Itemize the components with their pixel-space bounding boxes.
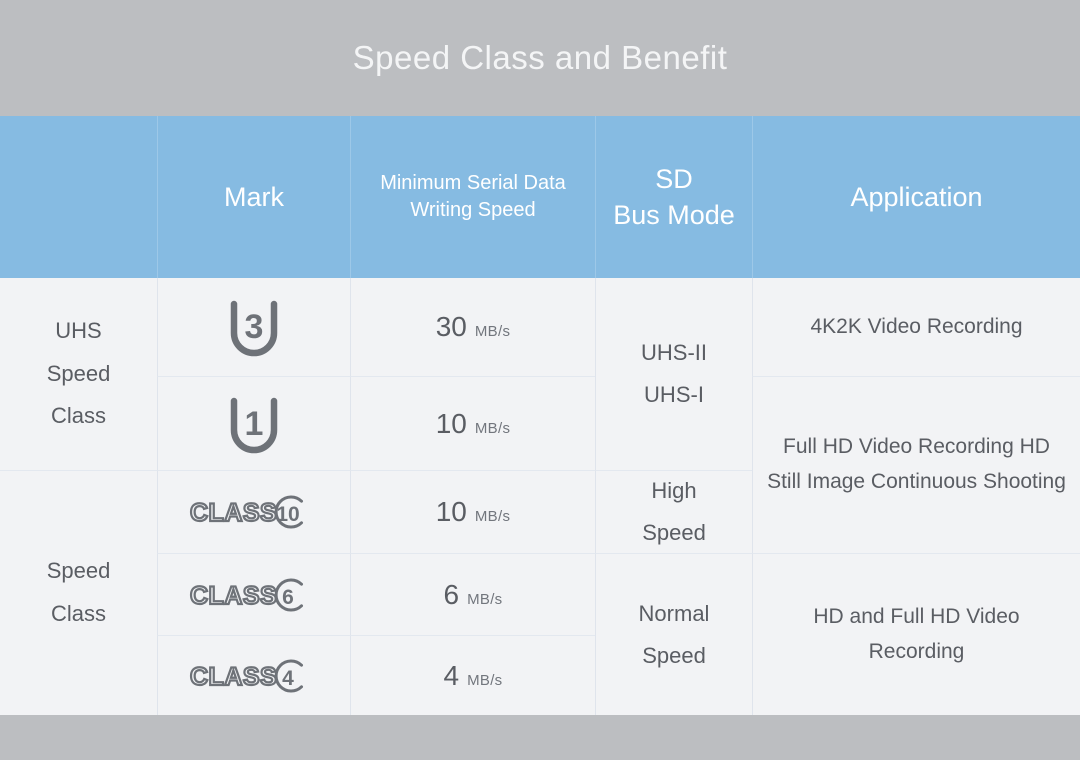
table-row: CLASS 10 <box>157 470 350 553</box>
sd-bus-mode-uhs: UHS-II UHS-I <box>595 278 752 470</box>
svg-text:1: 1 <box>245 405 264 443</box>
min-write-speed-header-label: Minimum Serial Data Writing Speed <box>380 170 566 224</box>
application-hd: HD and Full HD Video Recording <box>752 553 1080 715</box>
table-row: 4 MB/s <box>350 635 595 715</box>
group-uhs-line3: Class <box>50 403 106 429</box>
min-write-speed-value: 4 MB/s <box>444 660 503 692</box>
svg-text:10: 10 <box>276 503 299 526</box>
table-row: 1 <box>157 376 350 470</box>
min-write-speed-value: 10 MB/s <box>436 408 511 440</box>
application-4k2k: 4K2K Video Recording <box>752 278 1080 376</box>
application-header-label: Application <box>850 181 983 212</box>
svg-text:6: 6 <box>282 586 294 609</box>
table-header-row: Mark Minimum Serial Data Writing Speed S… <box>0 116 1080 278</box>
bus-mode-line2: UHS-I <box>644 382 704 407</box>
group-sc-line2: Class <box>50 601 106 626</box>
min-write-speed-value: 30 MB/s <box>436 311 511 343</box>
min-write-speed-header: Minimum Serial Data Writing Speed <box>350 116 595 278</box>
category-header <box>0 116 157 278</box>
table-row: 3 <box>157 278 350 376</box>
speed-unit: MB/s <box>467 671 503 689</box>
group-uhs-line2: Speed <box>46 360 111 386</box>
min-write-speed-value: 10 MB/s <box>436 496 511 528</box>
speed-number: 30 <box>435 311 467 342</box>
svg-text:CLASS: CLASS <box>190 499 277 527</box>
min-write-speed-value: 6 MB/s <box>444 579 503 611</box>
speed-number: 4 <box>443 659 460 691</box>
sd-bus-mode-high-speed-text: High Speed <box>642 470 706 554</box>
table-row: 30 MB/s <box>350 278 595 376</box>
group-label-speed-class-text: Speed Class <box>47 550 111 636</box>
bus-mode-line2: Speed <box>642 520 706 545</box>
speed-unit: MB/s <box>467 590 503 608</box>
speed-class-table-page: Speed Class and Benefit Mark Minimum Ser… <box>0 0 1080 760</box>
group-label-uhs-speed-class: UHS Speed Class <box>0 278 157 470</box>
bus-mode-line1: UHS-II <box>641 340 707 366</box>
speed-unit: MB/s <box>474 508 511 525</box>
group-sc-line1: Speed <box>46 558 111 584</box>
uhs-speed-class-3-icon: 3 <box>223 296 285 358</box>
sd-bus-mode-header-line2: Bus Mode <box>613 200 735 230</box>
application-full-hd-text: Full HD Video Recording HD Still Image C… <box>767 435 1066 493</box>
sd-bus-mode-high-speed: High Speed <box>595 470 752 553</box>
sd-bus-mode-uhs-text: UHS-II UHS-I <box>641 332 707 416</box>
sd-bus-mode-normal-speed-text: Normal Speed <box>639 593 710 677</box>
sd-bus-mode-header: SD Bus Mode <box>595 116 752 278</box>
sd-bus-mode-header-line1: SD <box>655 163 693 194</box>
table-body: UHS Speed Class Speed Class 3 1 CLASS 10… <box>0 278 1080 715</box>
svg-text:CLASS: CLASS <box>190 663 277 691</box>
speed-number: 10 <box>435 496 467 527</box>
application-4k2k-text: 4K2K Video Recording <box>810 314 1023 338</box>
table-row: 10 MB/s <box>350 376 595 470</box>
application-hd-text: HD and Full HD Video Recording <box>813 604 1020 663</box>
speed-number: 6 <box>443 578 460 610</box>
table-row: 6 MB/s <box>350 553 595 635</box>
sd-bus-mode-header-label: SD Bus Mode <box>613 161 735 234</box>
speed-class-10-icon: CLASS 10 <box>188 492 320 532</box>
footer-bar <box>0 715 1080 760</box>
sd-bus-mode-normal-speed: Normal Speed <box>595 553 752 715</box>
bus-mode-line2: Speed <box>642 642 706 668</box>
speed-unit: MB/s <box>474 323 511 340</box>
bus-mode-line1: Normal <box>638 600 710 626</box>
application-full-hd: Full HD Video Recording HD Still Image C… <box>752 376 1080 553</box>
min-write-speed-header-line1: Minimum Serial Data <box>380 172 566 194</box>
table-row: 10 MB/s <box>350 470 595 553</box>
page-title: Speed Class and Benefit <box>352 39 728 76</box>
speed-class-6-icon: CLASS 6 <box>188 575 320 615</box>
group-uhs-line1: UHS <box>55 317 102 343</box>
table-row: CLASS 4 <box>157 635 350 715</box>
bus-mode-line1: High <box>651 478 697 504</box>
mark-header-label: Mark <box>224 181 284 212</box>
speed-class-4-icon: CLASS 4 <box>188 656 320 696</box>
svg-text:CLASS: CLASS <box>190 582 277 610</box>
svg-text:4: 4 <box>282 667 294 690</box>
speed-number: 10 <box>435 407 467 439</box>
speed-unit: MB/s <box>474 419 511 437</box>
group-label-speed-class: Speed Class <box>0 470 157 715</box>
mark-header: Mark <box>157 116 350 278</box>
application-header: Application <box>752 116 1080 278</box>
title-bar: Speed Class and Benefit <box>0 0 1080 116</box>
svg-text:3: 3 <box>245 308 264 346</box>
speed-class-table: Mark Minimum Serial Data Writing Speed S… <box>0 116 1080 715</box>
group-label-uhs-speed-class-text: UHS Speed Class <box>47 310 111 439</box>
table-row: CLASS 6 <box>157 553 350 635</box>
uhs-speed-class-1-icon: 1 <box>223 393 285 455</box>
min-write-speed-header-line2: Writing Speed <box>410 199 536 221</box>
